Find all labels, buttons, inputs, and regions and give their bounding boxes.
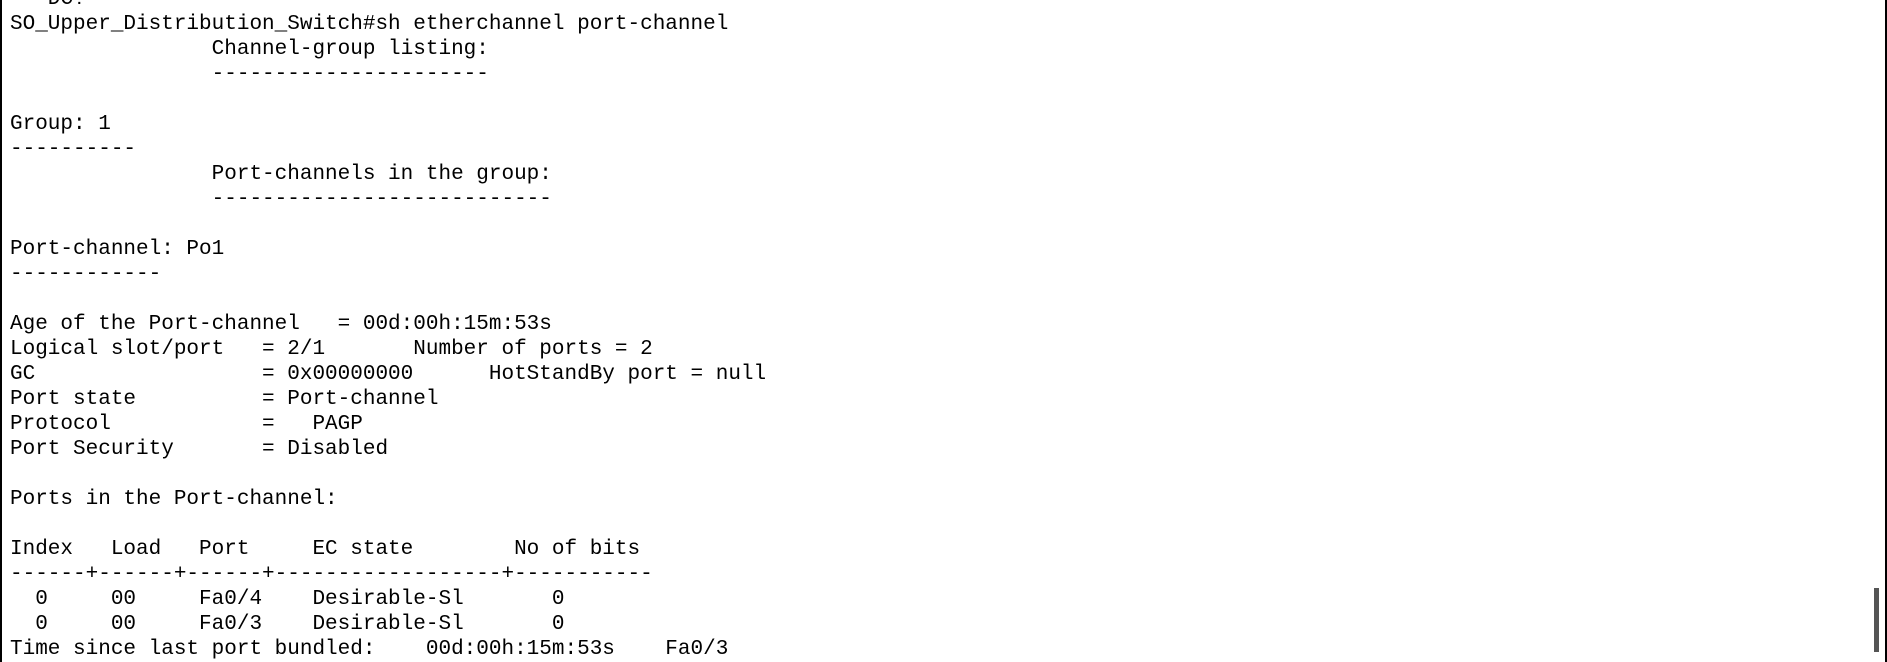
ports-table-row: 0 00 Fa0/3 Desirable-Sl 0: [10, 613, 565, 636]
ports-in-port-channel-heading: Ports in the Port-channel:: [10, 488, 338, 511]
port-channels-in-group-heading: Port-channels in the group:: [10, 163, 552, 186]
protocol-line: Protocol = PAGP: [10, 413, 363, 436]
scrollbar-thumb[interactable]: [1874, 588, 1879, 652]
channel-group-listing-heading: Channel-group listing:: [10, 38, 489, 61]
group-line: Group: 1: [10, 113, 111, 136]
port-channels-in-group-divider: ---------------------------: [10, 188, 552, 211]
ports-table-row: 0 00 Fa0/4 Desirable-Sl 0: [10, 588, 565, 611]
port-channel-age-line: Age of the Port-channel = 00d:00h:15m:53…: [10, 313, 552, 336]
port-state-line: Port state = Port-channel: [10, 388, 439, 411]
port-channel-name-line: Port-channel: Po1: [10, 238, 225, 261]
port-security-line: Port Security = Disabled: [10, 438, 389, 461]
logical-slot-port-line: Logical slot/port = 2/1 Number of ports …: [10, 338, 653, 361]
terminal-output[interactable]: -DC!SO_Upper_Distribution_Switch#sh ethe…: [10, 0, 1857, 662]
terminal-window[interactable]: -DC!SO_Upper_Distribution_Switch#sh ethe…: [0, 0, 1887, 662]
terminal-line-partial-prompt: -DC!: [10, 0, 1857, 12]
terminal-command-line: SO_Upper_Distribution_Switch#sh ethercha…: [10, 13, 729, 36]
channel-group-listing-divider: ----------------------: [10, 63, 489, 86]
gc-line: GC = 0x00000000 HotStandBy port = null: [10, 363, 767, 386]
ports-table-divider: ------+------+------+------------------+…: [10, 563, 653, 586]
ports-table-header: Index Load Port EC state No of bits: [10, 538, 641, 561]
group-divider: ----------: [10, 138, 137, 161]
vertical-scrollbar[interactable]: [1869, 0, 1879, 662]
time-since-last-bundled-line: Time since last port bundled: 00d:00h:15…: [10, 638, 729, 661]
port-channel-name-divider: ------------: [10, 263, 162, 286]
